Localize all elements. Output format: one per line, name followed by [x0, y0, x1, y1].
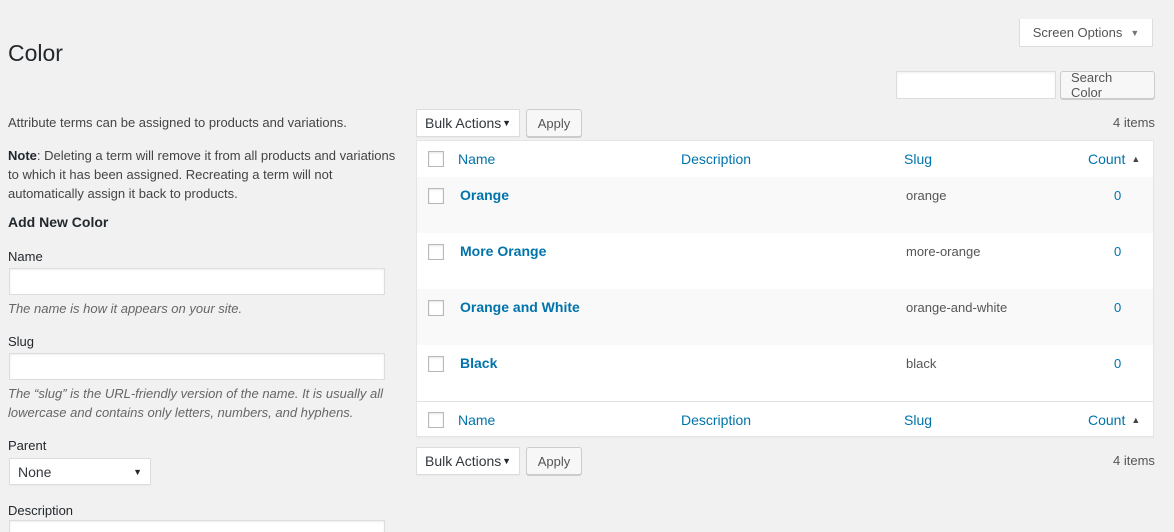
term-slug: more-orange: [906, 244, 981, 259]
select-all-checkbox[interactable]: [428, 151, 444, 167]
footer-column-count[interactable]: Count ▲: [1088, 402, 1140, 438]
note-body: : Deleting a term will remove it from al…: [8, 148, 396, 201]
slug-help: The “slug” is the URL-friendly version o…: [8, 386, 383, 420]
note-text: Note: Deleting a term will remove it fro…: [8, 146, 403, 203]
name-field[interactable]: [9, 268, 385, 295]
table-row: Orange orange 0: [417, 177, 1153, 233]
intro-text: Attribute terms can be assigned to produ…: [8, 115, 347, 130]
chevron-down-icon: ▼: [133, 466, 142, 477]
column-count-label: Count: [1088, 151, 1126, 167]
term-slug: orange: [906, 188, 947, 203]
parent-selected: None: [18, 463, 52, 480]
terms-table: Name Description Slug Count ▲ Orange ora…: [416, 140, 1154, 437]
term-name-link[interactable]: More Orange: [460, 243, 546, 259]
description-field[interactable]: [9, 520, 385, 532]
column-count[interactable]: Count ▲: [1088, 141, 1140, 177]
footer-column-name[interactable]: Name: [458, 402, 495, 438]
search-input[interactable]: [896, 71, 1056, 99]
column-slug[interactable]: Slug: [904, 141, 932, 177]
bulk-actions-bottom[interactable]: Bulk Actions ▼: [416, 447, 520, 475]
term-count-link[interactable]: 0: [1114, 356, 1121, 371]
note-label: Note: [8, 148, 37, 163]
description-label: Description: [8, 503, 74, 518]
term-name-link[interactable]: Black: [460, 355, 497, 371]
term-slug: black: [906, 356, 937, 371]
screen-options-label: Screen Options: [1032, 25, 1123, 40]
page: Screen Options ▼ Color Search Color Attr…: [0, 0, 1174, 532]
table-row: Black black 0: [417, 345, 1153, 401]
term-slug: orange-and-white: [906, 300, 1008, 315]
chevron-down-icon: ▼: [502, 118, 511, 128]
screen-options-button[interactable]: Screen Options ▼: [1019, 19, 1153, 47]
term-name-link[interactable]: Orange and White: [460, 299, 580, 315]
slug-field[interactable]: [9, 353, 385, 380]
term-count-link[interactable]: 0: [1114, 244, 1121, 259]
page-title: Color: [8, 40, 63, 66]
sort-up-icon: ▲: [1131, 415, 1141, 425]
table-row: Orange and White orange-and-white 0: [417, 289, 1153, 345]
row-checkbox[interactable]: [428, 356, 444, 372]
table-footer: Name Description Slug Count ▲: [417, 401, 1153, 438]
row-checkbox[interactable]: [428, 244, 444, 260]
add-new-title: Add New Color: [8, 214, 109, 230]
apply-button-bottom[interactable]: Apply: [526, 447, 582, 475]
parent-label: Parent: [8, 438, 47, 453]
term-count-link[interactable]: 0: [1114, 188, 1121, 203]
term-count-link[interactable]: 0: [1114, 300, 1121, 315]
caret-down-icon: ▼: [1130, 27, 1140, 38]
apply-button-top[interactable]: Apply: [526, 109, 582, 137]
name-help: The name is how it appears on your site.: [8, 301, 243, 316]
footer-column-count-label: Count: [1088, 412, 1126, 428]
items-count-bottom: 4 items: [1113, 453, 1155, 468]
row-checkbox[interactable]: [428, 300, 444, 316]
row-checkbox[interactable]: [428, 188, 444, 204]
sort-up-icon: ▲: [1131, 154, 1141, 164]
bulk-actions-top-label: Bulk Actions: [425, 115, 502, 131]
table-header: Name Description Slug Count ▲: [417, 141, 1153, 178]
column-name[interactable]: Name: [458, 141, 495, 177]
term-name-link[interactable]: Orange: [460, 187, 509, 203]
slug-label: Slug: [8, 334, 35, 349]
search-button[interactable]: Search Color: [1060, 70, 1155, 100]
bulk-actions-bottom-label: Bulk Actions: [425, 453, 502, 469]
select-all-checkbox-footer[interactable]: [428, 412, 444, 428]
column-description[interactable]: Description: [681, 141, 751, 177]
parent-select[interactable]: None ▼: [9, 458, 151, 485]
bulk-actions-top[interactable]: Bulk Actions ▼: [416, 109, 520, 137]
table-row: More Orange more-orange 0: [417, 233, 1153, 289]
footer-column-description[interactable]: Description: [681, 402, 751, 438]
footer-column-slug[interactable]: Slug: [904, 402, 932, 438]
chevron-down-icon: ▼: [502, 456, 511, 466]
name-label: Name: [8, 249, 43, 264]
items-count-top: 4 items: [1113, 115, 1155, 130]
